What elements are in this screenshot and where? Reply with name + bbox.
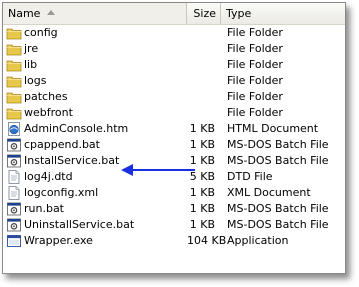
file-row[interactable]: cpappend.bat 1 KB MS-DOS Batch File (3, 137, 345, 153)
file-name: lib (24, 58, 38, 71)
batch-file-icon (6, 137, 22, 153)
file-name: AdminConsole.htm (24, 122, 129, 135)
file-size: 104 KB (187, 234, 227, 247)
file-row[interactable]: patches File Folder (3, 89, 345, 105)
file-type: HTML Document (227, 122, 319, 135)
file-name: logconfig.xml (24, 186, 99, 199)
file-name: UninstallService.bat (24, 218, 135, 231)
folder-icon (6, 25, 22, 41)
file-row[interactable]: AdminConsole.htm 1 KB HTML Document (3, 121, 345, 137)
file-name: InstallService.bat (24, 154, 120, 167)
file-row[interactable]: UninstallService.bat 1 KB MS-DOS Batch Fil… (3, 217, 345, 233)
name-column-label: Name (8, 7, 41, 20)
file-row[interactable]: webfront File Folder (3, 105, 345, 121)
file-size: 1 KB (189, 138, 215, 151)
file-type: MS-DOS Batch File (227, 138, 329, 151)
file-row[interactable]: logs File Folder (3, 73, 345, 89)
file-type: File Folder (227, 42, 283, 55)
file-row[interactable]: logconfig.xml 1 KB XML Document (3, 185, 345, 201)
file-type: MS-DOS Batch File (227, 154, 329, 167)
column-header: Name Size Type (3, 3, 345, 25)
folder-icon (6, 41, 22, 57)
file-list-window: Name Size Type config File Folder jre File … (2, 2, 346, 274)
folder-icon (6, 89, 22, 105)
file-size: 1 KB (189, 122, 215, 135)
name-column-header[interactable]: Name (3, 3, 187, 24)
file-type: File Folder (227, 58, 283, 71)
file-type: File Folder (227, 74, 283, 87)
file-name: cpappend.bat (24, 138, 100, 151)
type-column-header[interactable]: Type (221, 3, 345, 24)
file-row[interactable]: lib File Folder (3, 57, 345, 73)
file-name: webfront (24, 106, 73, 119)
file-type: File Folder (227, 106, 283, 119)
file-name: config (24, 26, 58, 39)
file-name: patches (24, 90, 68, 103)
application-icon (6, 233, 22, 249)
file-row[interactable]: Wrapper.exe 104 KB Application (3, 233, 345, 249)
file-size: 1 KB (189, 218, 215, 231)
file-name: Wrapper.exe (24, 234, 93, 247)
file-name: logs (24, 74, 47, 87)
document-icon (6, 169, 22, 185)
file-list: config File Folder jre File Folder lib File F… (3, 25, 345, 249)
file-type: File Folder (227, 26, 283, 39)
file-name: log4j.dtd (24, 170, 73, 183)
file-size: 1 KB (189, 202, 215, 215)
file-size: 1 KB (189, 186, 215, 199)
file-type: XML Document (227, 186, 311, 199)
sort-ascending-icon (47, 10, 55, 15)
file-name: run.bat (24, 202, 64, 215)
folder-icon (6, 57, 22, 73)
batch-file-icon (6, 201, 22, 217)
file-row[interactable]: run.bat 1 KB MS-DOS Batch File (3, 201, 345, 217)
html-document-icon (6, 121, 22, 137)
file-row[interactable]: jre File Folder (3, 41, 345, 57)
batch-file-icon (6, 217, 22, 233)
file-type: DTD File (227, 170, 273, 183)
file-name: jre (24, 42, 39, 55)
document-icon (6, 185, 22, 201)
file-row[interactable]: config File Folder (3, 25, 345, 41)
highlight-arrow (121, 164, 195, 176)
batch-file-icon (6, 153, 22, 169)
size-column-label: Size (193, 7, 216, 20)
size-column-header[interactable]: Size (187, 3, 221, 24)
folder-icon (6, 73, 22, 89)
file-type: MS-DOS Batch File (227, 202, 329, 215)
file-type: MS-DOS Batch File (227, 218, 329, 231)
file-type: Application (227, 234, 289, 247)
folder-icon (6, 105, 22, 121)
file-type: File Folder (227, 90, 283, 103)
type-column-label: Type (226, 7, 252, 20)
